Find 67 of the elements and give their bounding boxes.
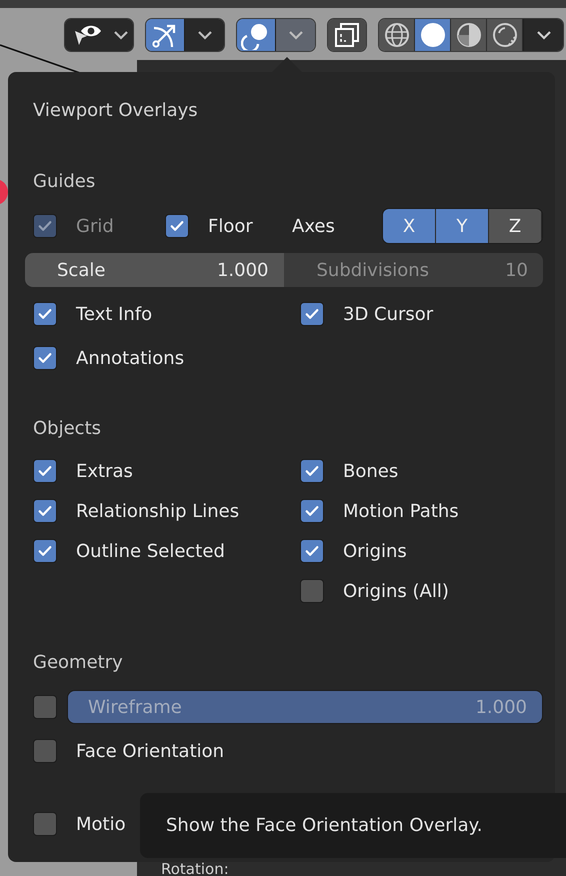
gizmo-toggle[interactable] (146, 19, 184, 51)
axes-label: Axes (292, 216, 336, 236)
checkbox-label: Origins (343, 540, 407, 562)
checkbox[interactable] (33, 695, 57, 719)
checkbox-label: Bones (343, 460, 398, 482)
wireframe-shading-button[interactable] (379, 19, 415, 51)
field-label: Scale (57, 260, 106, 280)
dropdown-button[interactable] (523, 19, 563, 51)
checkbox[interactable] (33, 302, 57, 326)
checkbox[interactable] (300, 302, 324, 326)
field-value: 10 (505, 260, 528, 280)
checkbox-label: Motion Paths (343, 500, 459, 522)
checkbox[interactable] (300, 579, 324, 603)
selectability-button[interactable] (65, 19, 133, 51)
checkbox-label: Outline Selected (76, 540, 225, 562)
checkbox-label: Floor (208, 216, 253, 236)
checkbox-label: Origins (All) (343, 580, 449, 602)
checkbox[interactable] (33, 812, 57, 836)
field-value: 1.000 (216, 260, 268, 280)
globe-icon (382, 21, 410, 49)
axis-toggle[interactable]: Z (489, 209, 542, 243)
axis-gizmo-icon (0, 178, 8, 206)
section-heading: Guides (32, 170, 96, 194)
glossy-sphere-icon (490, 21, 518, 49)
checkbox-label: Face Orientation (76, 740, 224, 762)
rendered-shading-button[interactable] (487, 19, 523, 51)
number-field[interactable]: Scale 1.000 (25, 253, 284, 287)
checkbox-label: Motio (76, 814, 126, 834)
checkbox[interactable] (300, 459, 324, 483)
dropdown-button[interactable] (184, 19, 224, 51)
sphere-icon (418, 21, 446, 49)
caret-icon (196, 30, 212, 40)
axis-toggle[interactable]: Y (436, 209, 489, 243)
slider-value: 1.000 (475, 696, 527, 718)
checkbox[interactable] (33, 459, 57, 483)
checkbox-label: Extras (76, 460, 133, 482)
xray-squares-icon (333, 21, 361, 49)
checkbox[interactable] (165, 214, 189, 238)
checkbox[interactable] (300, 539, 324, 563)
checkbox-label: Relationship Lines (76, 500, 240, 522)
caret-icon (288, 30, 304, 40)
checkbox-label: Text Info (76, 304, 152, 324)
slider-label: Wireframe (88, 696, 182, 718)
checkbox[interactable] (33, 539, 57, 563)
rotation-label: Rotation: (161, 862, 229, 876)
popup-title: Viewport Overlays (32, 99, 199, 123)
checkbox-label: Annotations (76, 348, 184, 368)
dropdown-button[interactable] (275, 19, 315, 51)
axis-toggle[interactable]: X (383, 209, 436, 243)
overlay-toggle[interactable] (237, 19, 275, 51)
material-shading-button[interactable] (451, 19, 487, 51)
checkbox[interactable] (33, 346, 57, 370)
section-heading: Objects (32, 417, 102, 441)
solid-shading-button[interactable] (415, 19, 451, 51)
field-label: Subdivisions (316, 260, 430, 280)
caret-icon (536, 30, 552, 40)
section-heading: Geometry (32, 651, 124, 675)
checkbox[interactable] (33, 499, 57, 523)
caret-icon (113, 30, 129, 40)
shaded-sphere-icon (454, 21, 482, 49)
checkbox-label: 3D Cursor (343, 304, 434, 324)
checkbox[interactable] (33, 739, 57, 763)
checkbox[interactable] (300, 499, 324, 523)
tooltip: Show the Face Orientation Overlay. (140, 793, 566, 858)
checkbox-label: Grid (76, 216, 114, 236)
wireframe-slider[interactable]: Wireframe 1.000 (67, 690, 543, 724)
xray-toggle[interactable] (328, 19, 366, 51)
